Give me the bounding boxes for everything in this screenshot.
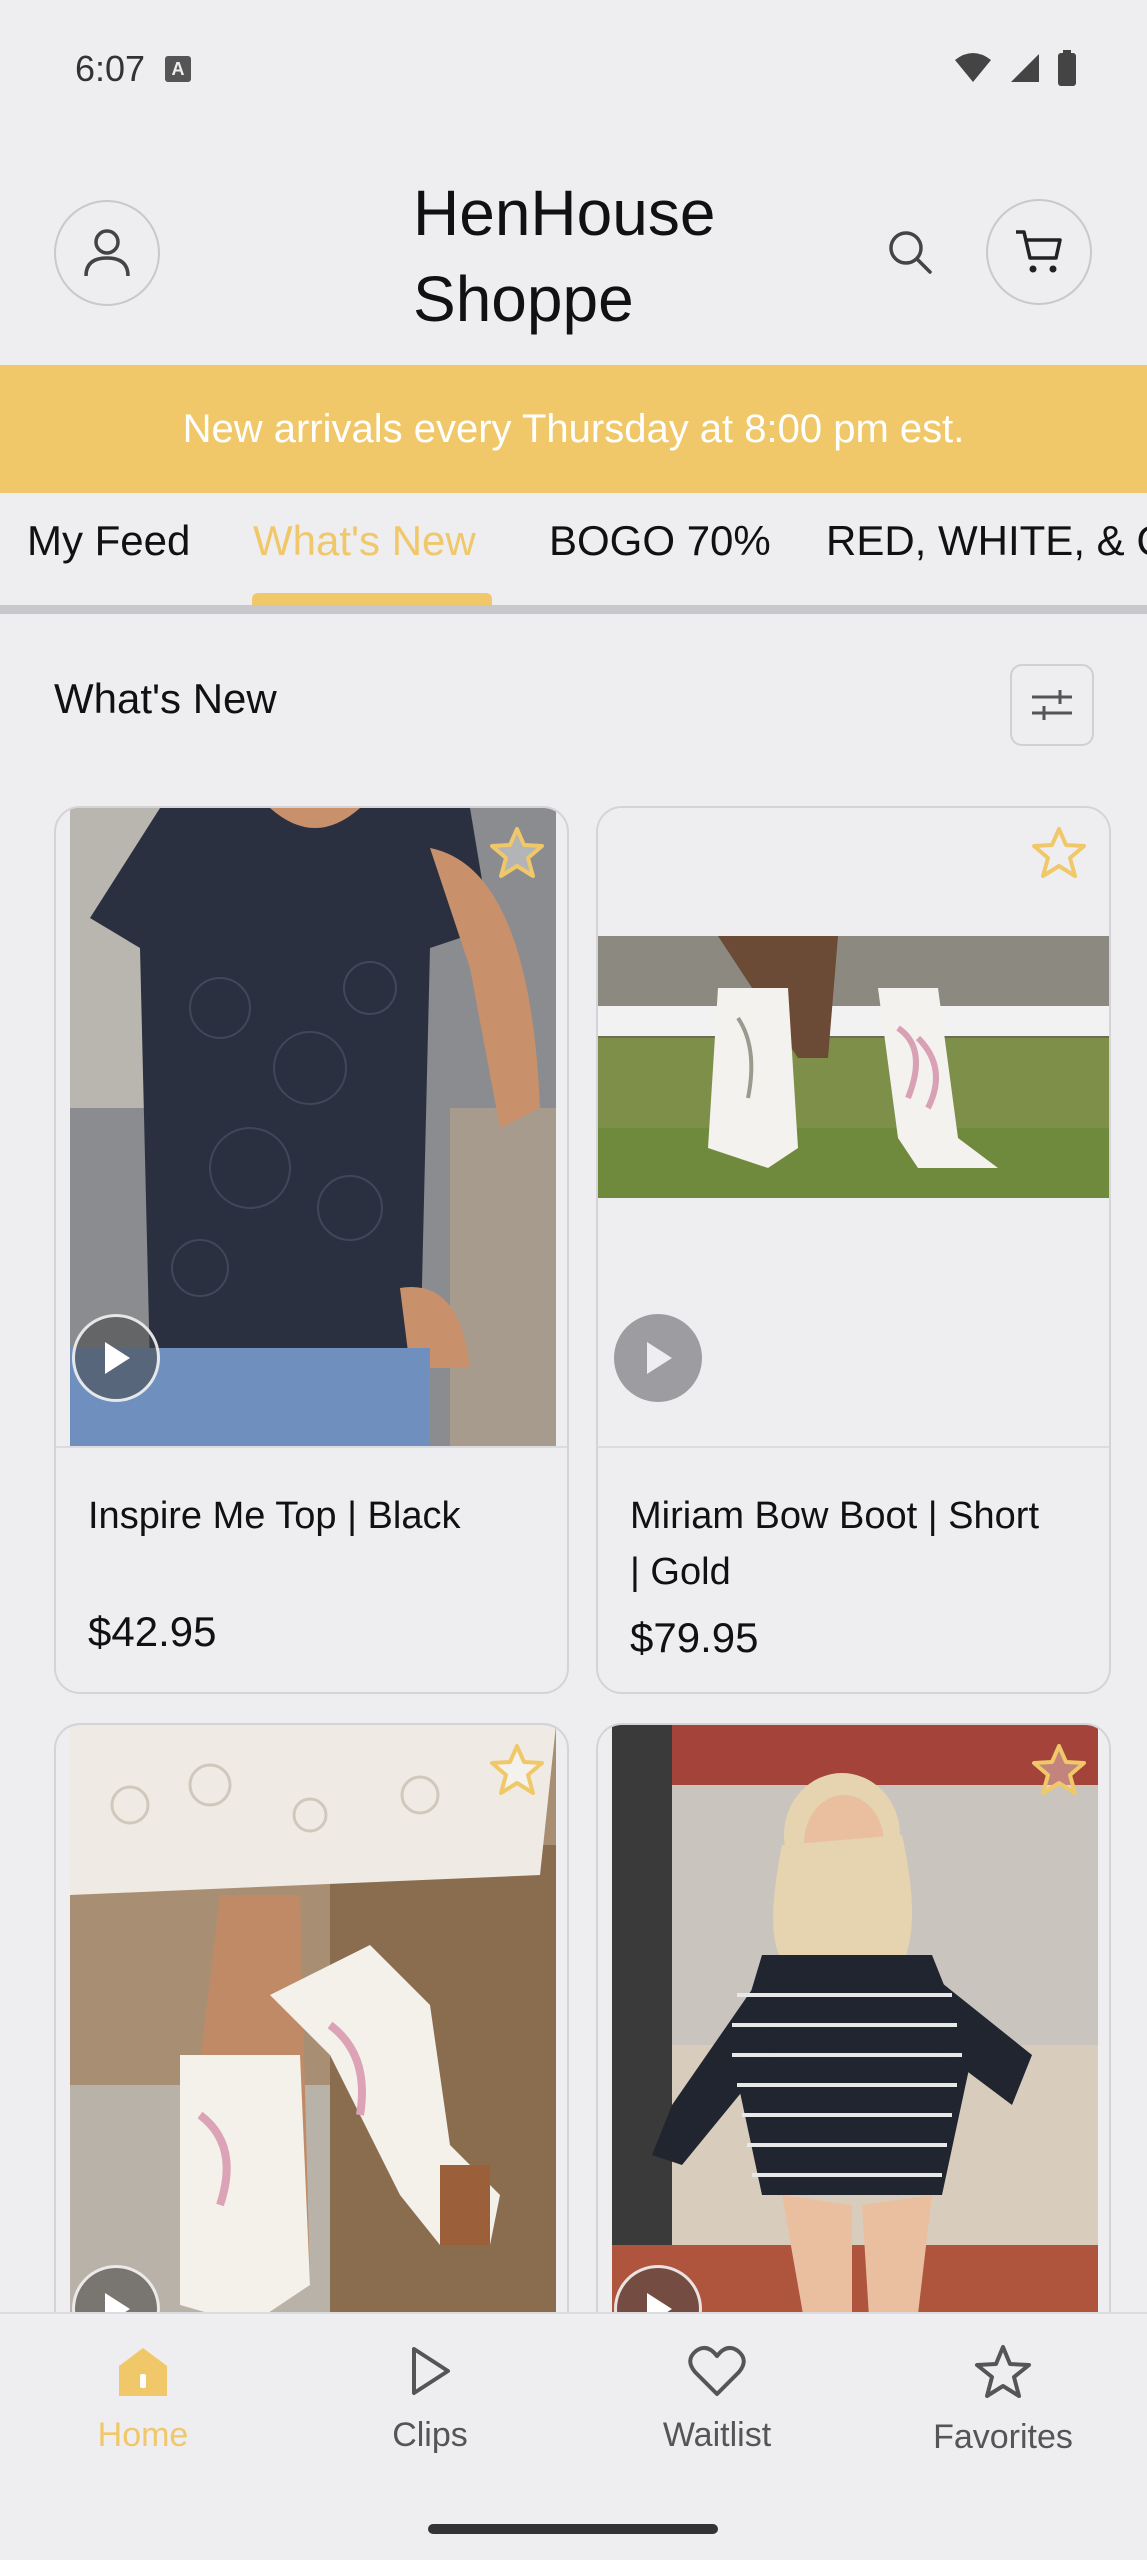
product-price: $42.95 [88,1608,217,1655]
play-icon [647,1342,672,1374]
nav-waitlist[interactable]: Waitlist [607,2344,827,2455]
white-boots-photo [70,1725,556,2361]
nav-favorites-label: Favorites [933,2418,1073,2456]
account-button[interactable] [54,200,160,306]
star-outline-icon [490,1744,544,1795]
announcement-banner: New arrivals every Thursday at 8:00 pm e… [0,365,1147,493]
sliders-icon [1032,690,1072,720]
gesture-home-indicator[interactable] [428,2524,718,2534]
nav-clips-label: Clips [392,2416,468,2454]
category-tabs: My Feed What's New BOGO 70% RED, WHITE, … [0,493,1147,605]
play-outline-icon [412,2347,450,2395]
app-header: HenHouse Shoppe [0,140,1147,365]
tab-my-feed[interactable]: My Feed [27,517,190,565]
filter-button[interactable] [1010,664,1094,746]
cart-icon [1016,230,1062,273]
heart-icon [688,2345,746,2396]
favorite-button[interactable] [1028,1739,1090,1801]
card-divider [598,1446,1109,1448]
nav-waitlist-label: Waitlist [662,2416,772,2454]
search-icon [889,231,932,274]
brand-title: HenHouse Shoppe [413,170,715,342]
search-button[interactable] [880,222,940,282]
wifi-icon [955,53,991,82]
section-title: What's New [54,675,277,722]
notification-badge-icon: A [165,56,191,82]
nav-favorites[interactable]: Favorites [893,2344,1113,2457]
star-icon [975,2345,1031,2398]
striped-set-photo [612,1725,1098,2361]
play-video-button[interactable] [72,1314,160,1402]
product-name: Miriam Bow Boot | Short | Gold [630,1495,1040,1593]
product-card[interactable]: Miriam Bow Boot | Short | Gold $79.95 [596,806,1111,1694]
active-tab-indicator [252,593,492,605]
nav-home[interactable]: Home [33,2344,253,2455]
signal-icon [1011,54,1039,82]
tabs-divider [0,605,1147,614]
cart-button[interactable] [986,199,1092,305]
tab-bogo[interactable]: BOGO 70% [549,517,771,565]
star-outline-icon [1032,827,1086,878]
status-icons [953,50,1077,86]
product-name: Inspire Me Top | Black [88,1495,461,1537]
status-time: 6:07 [75,48,146,89]
bottom-navigation: Home Clips Waitlist Favorites [0,2312,1147,2560]
favorite-button[interactable] [1028,822,1090,884]
favorite-button[interactable] [486,1739,548,1801]
brand-line-1: HenHouse [413,177,716,249]
nav-clips[interactable]: Clips [320,2344,540,2455]
user-icon [84,229,130,277]
star-outline-icon [490,827,544,878]
play-video-button[interactable] [614,1314,702,1402]
product-image[interactable] [70,1725,556,2361]
product-price: $79.95 [630,1614,759,1661]
nav-home-label: Home [97,2416,189,2454]
battery-icon [1058,50,1076,86]
play-icon [105,1342,130,1374]
card-divider [56,1446,567,1448]
tab-whats-new[interactable]: What's New [253,517,476,565]
product-image[interactable] [612,1725,1098,2361]
product-card[interactable] [54,1723,569,2363]
brand-line-2: Shoppe [413,263,634,335]
product-card[interactable] [596,1723,1111,2363]
app-screen: 6:07 A HenHouse Shoppe New arrivals ever… [0,0,1147,2560]
tab-red-white[interactable]: RED, WHITE, & C [826,517,1147,565]
product-card[interactable]: Inspire Me Top | Black $42.95 [54,806,569,1694]
star-outline-icon [1032,1744,1086,1795]
home-icon [119,2348,167,2396]
banner-text: New arrivals every Thursday at 8:00 pm e… [182,406,965,451]
status-bar: 6:07 A [0,0,1147,140]
favorite-button[interactable] [486,822,548,884]
